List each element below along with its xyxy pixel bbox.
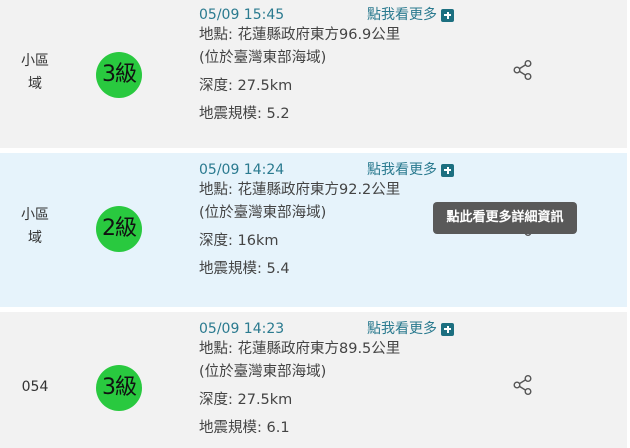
event-depth: 深度: 27.5km <box>199 78 293 94</box>
region-label: 小區域 <box>21 207 49 246</box>
plus-icon <box>441 163 454 177</box>
event-magnitude: 地震規模: 6.1 <box>199 420 290 436</box>
share-icon[interactable] <box>512 59 534 81</box>
region-label: 小區域 <box>21 53 49 92</box>
see-more-label: 點我看更多 <box>367 162 437 178</box>
event-depth: 深度: 16km <box>199 233 279 249</box>
details-tooltip: 點此看更多詳細資訊 <box>433 202 577 234</box>
see-more-link[interactable]: 點我看更多 <box>367 320 454 338</box>
intensity-badge: 3級 <box>96 52 142 98</box>
plus-icon <box>441 322 454 336</box>
event-magnitude: 地震規模: 5.2 <box>199 106 290 122</box>
event-location: 地點: 花蓮縣政府東方96.9公里 <box>199 27 401 43</box>
see-more-link[interactable]: 點我看更多 <box>367 6 454 24</box>
region-label: 054 <box>21 379 49 395</box>
earthquake-info: 05/09 15:45 地點: 花蓮縣政府東方96.9公里 (位於臺灣東部海域)… <box>199 6 469 126</box>
event-location-detail: (位於臺灣東部海域) <box>199 205 327 221</box>
share-icon[interactable] <box>512 374 534 396</box>
see-more-link[interactable]: 點我看更多 <box>367 161 454 179</box>
earthquake-row: 小區域 3級 05/09 15:45 地點: 花蓮縣政府東方96.9公里 (位於… <box>0 0 627 148</box>
see-more-label: 點我看更多 <box>367 321 437 337</box>
event-location: 地點: 花蓮縣政府東方92.2公里 <box>199 182 401 198</box>
earthquake-info: 05/09 14:23 地點: 花蓮縣政府東方89.5公里 (位於臺灣東部海域)… <box>199 320 469 440</box>
plus-icon <box>441 8 454 22</box>
event-location-detail: (位於臺灣東部海域) <box>199 50 327 66</box>
earthquake-row: 054 3級 05/09 14:23 地點: 花蓮縣政府東方89.5公里 (位於… <box>0 312 627 448</box>
event-location: 地點: 花蓮縣政府東方89.5公里 <box>199 341 401 357</box>
intensity-badge: 2級 <box>96 206 142 252</box>
event-location-detail: (位於臺灣東部海域) <box>199 364 327 380</box>
event-magnitude: 地震規模: 5.4 <box>199 261 290 277</box>
earthquake-info: 05/09 14:24 地點: 花蓮縣政府東方92.2公里 (位於臺灣東部海域)… <box>199 161 469 281</box>
see-more-label: 點我看更多 <box>367 7 437 23</box>
intensity-badge: 3級 <box>96 365 142 411</box>
event-depth: 深度: 27.5km <box>199 392 293 408</box>
